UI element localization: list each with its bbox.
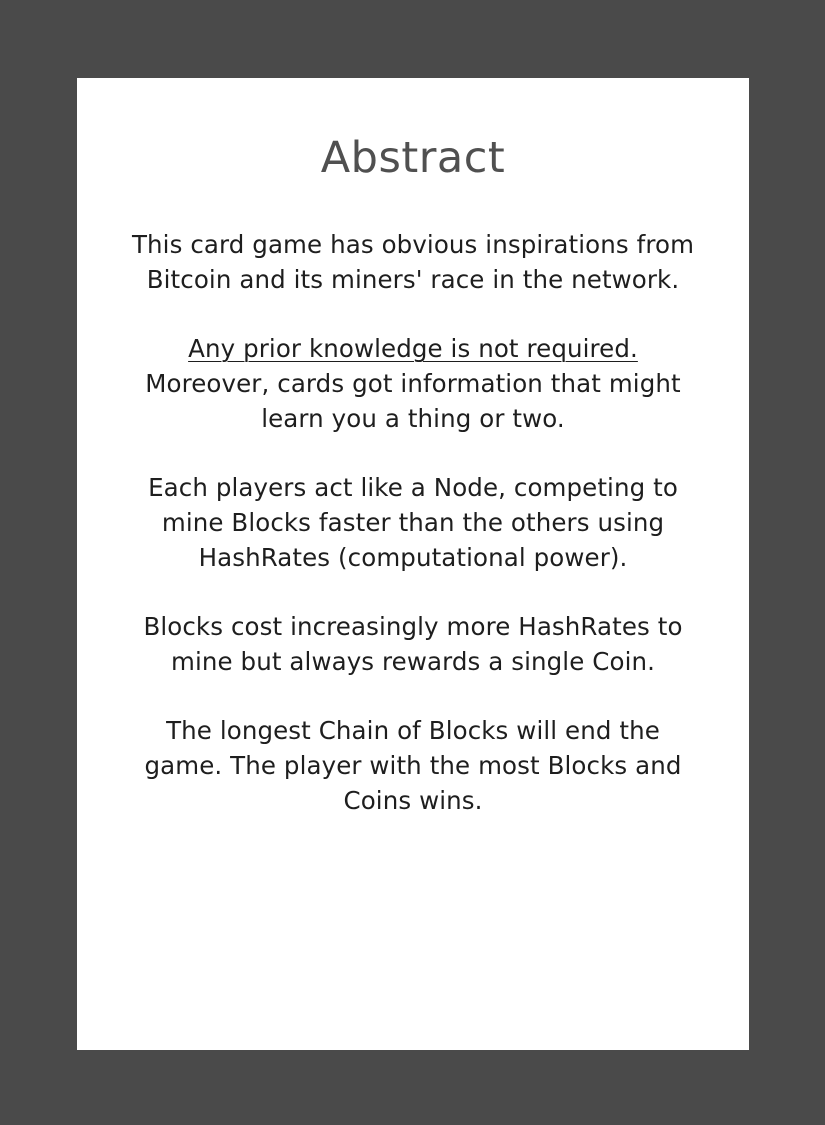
text-line: Blocks cost increasingly more HashRates …	[143, 612, 683, 641]
text-line: game. The player with the most Blocks an…	[144, 751, 682, 780]
rules-card: Abstract This card game has obvious insp…	[77, 78, 749, 1050]
text-line: Coins wins.	[343, 786, 483, 815]
text-line: mine but always rewards a single Coin.	[170, 647, 655, 676]
text-line: Moreover, cards got information that mig…	[145, 369, 681, 398]
page-title: Abstract	[320, 133, 506, 183]
text-line: The longest Chain of Blocks will end the	[166, 716, 660, 745]
paragraph-inspiration: This card game has obvious inspirations …	[107, 227, 719, 297]
paragraph-knowledge: Any prior knowledge is not required. Mor…	[107, 331, 719, 436]
paragraph-players: Each players act like a Node, competing …	[107, 470, 719, 575]
text-line: Each players act like a Node, competing …	[148, 473, 678, 502]
text-line: mine Blocks faster than the others using	[161, 508, 665, 537]
emphasis-line: Any prior knowledge is not required.	[188, 334, 638, 363]
text-line: This card game has obvious inspirations …	[131, 230, 695, 259]
text-line: HashRates (computational power).	[198, 543, 628, 572]
text-line: learn you a thing or two.	[261, 404, 565, 433]
abstract-body: This card game has obvious inspirations …	[77, 227, 749, 818]
paragraph-end-game: The longest Chain of Blocks will end the…	[107, 713, 719, 818]
paragraph-blocks: Blocks cost increasingly more HashRates …	[107, 609, 719, 679]
text-line: Bitcoin and its miners' race in the netw…	[146, 265, 680, 294]
